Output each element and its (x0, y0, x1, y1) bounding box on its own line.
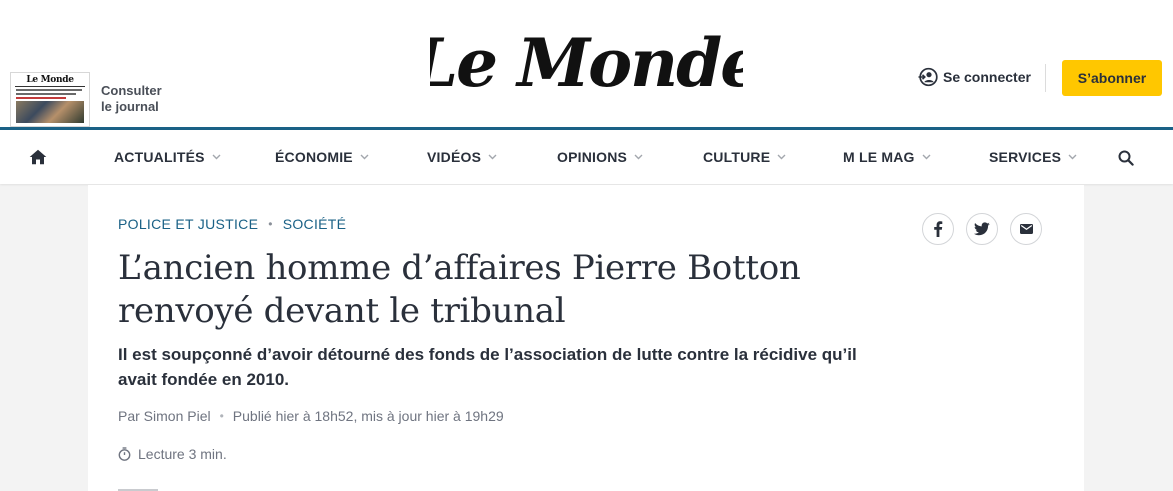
article-author[interactable]: Par Simon Piel (118, 408, 211, 424)
twitter-icon (974, 222, 990, 236)
category-link-societe[interactable]: SOCIÉTÉ (283, 216, 347, 232)
journal-thumb-photo (16, 101, 84, 123)
journal-thumb-logo: Le Monde (26, 75, 74, 85)
nav-item-label[interactable]: ÉCONOMIE (275, 149, 353, 165)
facebook-icon (934, 221, 943, 237)
nav-item-opinions[interactable]: OPINIONS (557, 130, 643, 184)
nav-item-videos[interactable]: VIDÉOS (427, 130, 497, 184)
reading-time-label: Lecture 3 min. (138, 446, 227, 462)
nav-item-culture[interactable]: CULTURE (703, 130, 786, 184)
share-email-button[interactable] (1010, 213, 1042, 245)
le-monde-logo[interactable]: Le Monde (430, 22, 743, 102)
article-publish-date: Publié hier à 18h52, mis à jour hier à 1… (232, 408, 504, 424)
stopwatch-icon (118, 447, 131, 461)
home-icon[interactable] (29, 149, 47, 165)
mail-icon (1019, 224, 1033, 234)
breadcrumb-separator: • (268, 217, 273, 231)
chevron-down-icon (212, 154, 221, 160)
article-title: L’ancien homme d’affaires Pierre Botton … (118, 248, 801, 331)
journal-link-label[interactable]: Consulter le journal (101, 83, 162, 115)
journal-thumb-rule (15, 86, 85, 87)
share-twitter-button[interactable] (966, 213, 998, 245)
journal-thumb-headline (16, 97, 66, 99)
chevron-down-icon (922, 154, 931, 160)
journal-link-line-1[interactable]: Consulter (101, 83, 162, 99)
user-login-icon (918, 67, 938, 87)
chevron-down-icon (777, 154, 786, 160)
search-icon[interactable] (1118, 150, 1134, 166)
journal-thumb-headline (16, 93, 76, 95)
nav-item-label[interactable]: SERVICES (989, 149, 1061, 165)
nav-item-label[interactable]: CULTURE (703, 149, 770, 165)
login-link[interactable]: Se connecter (918, 67, 1031, 87)
chevron-down-icon (1068, 154, 1077, 160)
masthead-text[interactable]: Le Monde (430, 24, 743, 102)
nav-item-economie[interactable]: ÉCONOMIE (275, 130, 369, 184)
subscribe-button[interactable]: S’abonner (1062, 60, 1162, 96)
login-label[interactable]: Se connecter (943, 69, 1031, 85)
reading-time: Lecture 3 min. (118, 446, 227, 462)
share-facebook-button[interactable] (922, 213, 954, 245)
nav-item-m-le-mag[interactable]: M LE MAG (843, 130, 931, 184)
site-header: Le Monde Consulter le journal Le Monde S… (0, 0, 1173, 127)
nav-item-label[interactable]: ACTUALITÉS (114, 149, 205, 165)
nav-item-label[interactable]: VIDÉOS (427, 149, 481, 165)
article-header: POLICE ET JUSTICE • SOCIÉTÉ L’ancien hom… (88, 185, 1084, 491)
breadcrumb: POLICE ET JUSTICE • SOCIÉTÉ (118, 216, 346, 232)
nav-item-label[interactable]: M LE MAG (843, 149, 915, 165)
category-link-police-justice[interactable]: POLICE ET JUSTICE (118, 216, 258, 232)
journal-link[interactable]: Le Monde Consulter le journal (10, 72, 162, 127)
article-description: Il est soupçonné d’avoir détourné des fo… (118, 345, 857, 389)
meta-separator: • (219, 409, 224, 423)
nav-item-label[interactable]: OPINIONS (557, 149, 627, 165)
header-divider (1045, 64, 1046, 92)
nav-item-actualites[interactable]: ACTUALITÉS (114, 130, 221, 184)
chevron-down-icon (488, 154, 497, 160)
main-nav: ACTUALITÉS ÉCONOMIE VIDÉOS OPINIONS CULT… (0, 130, 1173, 184)
journal-cover-thumbnail[interactable]: Le Monde (10, 72, 90, 127)
journal-thumb-headline (16, 89, 82, 91)
journal-link-line-2[interactable]: le journal (101, 99, 162, 115)
article-meta: Par Simon Piel • Publié hier à 18h52, mi… (118, 408, 504, 424)
nav-item-services[interactable]: SERVICES (989, 130, 1077, 184)
chevron-down-icon (360, 154, 369, 160)
chevron-down-icon (634, 154, 643, 160)
